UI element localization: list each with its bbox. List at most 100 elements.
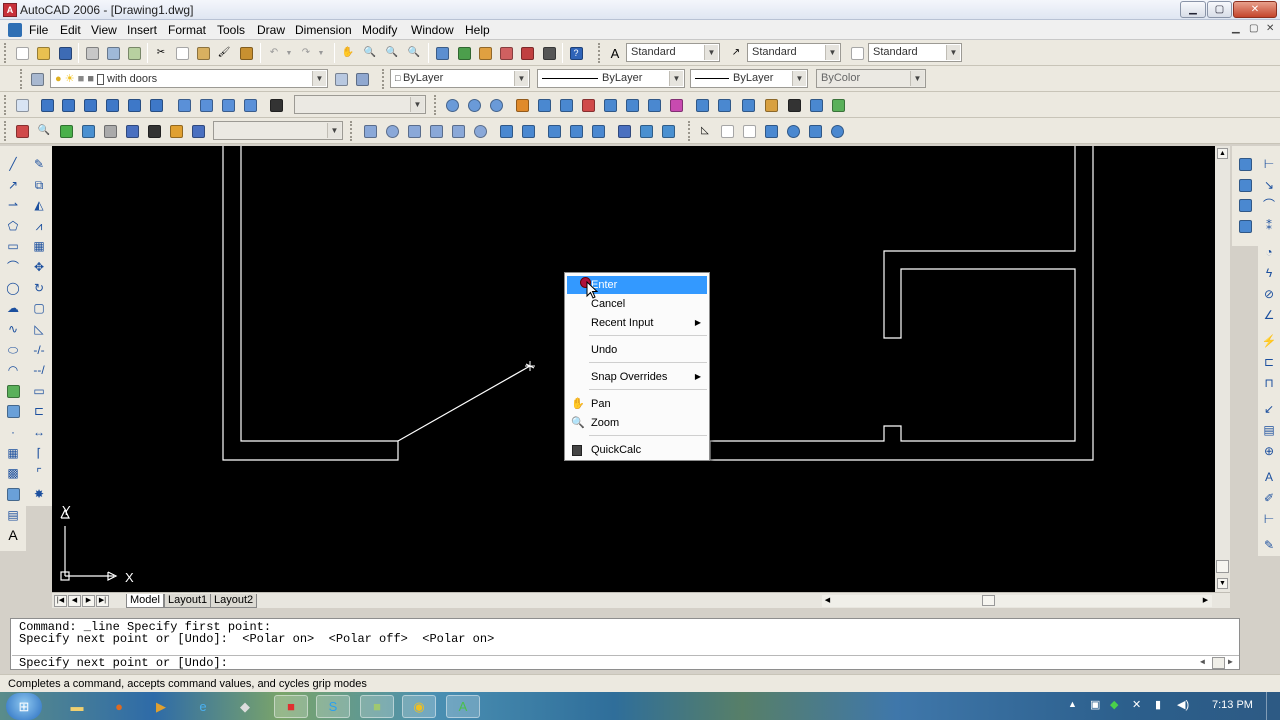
- copy-icon[interactable]: [174, 45, 190, 61]
- close-button[interactable]: ✕: [1233, 1, 1277, 18]
- match-properties-icon[interactable]: 🖌: [216, 45, 232, 61]
- cut-icon[interactable]: ✂: [153, 45, 169, 61]
- layer-manager-icon[interactable]: [29, 71, 45, 87]
- radius-icon[interactable]: ◔: [1260, 243, 1278, 261]
- minimize-button[interactable]: ▁: [1180, 1, 1206, 18]
- named-views-icon[interactable]: [14, 97, 30, 113]
- continue-icon[interactable]: ⊓: [1260, 374, 1278, 392]
- extrude-icon[interactable]: [498, 123, 514, 139]
- tool-palettes-icon[interactable]: [477, 45, 493, 61]
- sw-iso-icon[interactable]: [176, 97, 192, 113]
- rotate-icon[interactable]: ↻: [30, 279, 48, 297]
- insert-block-icon[interactable]: [4, 382, 22, 400]
- chamfer-icon[interactable]: ⌈: [30, 444, 48, 462]
- properties-icon[interactable]: [434, 45, 450, 61]
- ellipse-arc-icon[interactable]: ◠: [4, 361, 22, 379]
- view-select[interactable]: ▼: [294, 95, 426, 114]
- undo-icon[interactable]: ↶: [266, 45, 282, 61]
- quickcalc-icon[interactable]: [541, 45, 557, 61]
- horizontal-scrollbar[interactable]: ◀ ▶: [822, 595, 1212, 607]
- named-ucs-icon[interactable]: [1236, 155, 1254, 173]
- scroll-thumb[interactable]: [1216, 560, 1229, 573]
- layer-select[interactable]: ● ☀ ■ ■ ■ with doors ▼: [50, 69, 328, 88]
- dim-style-icon[interactable]: ↗: [728, 45, 744, 61]
- diameter-icon[interactable]: ⊘: [1260, 285, 1278, 303]
- show-hidden-icons[interactable]: ▲: [1068, 699, 1077, 709]
- angular-icon[interactable]: ∠: [1260, 306, 1278, 324]
- clock[interactable]: 7:13 PM: [1212, 699, 1253, 711]
- table-icon[interactable]: ▤: [4, 506, 22, 524]
- chevron-down-icon[interactable]: ▼: [410, 97, 424, 112]
- pdf-reader-icon[interactable]: ■: [274, 695, 308, 718]
- plot-preview-icon[interactable]: [105, 45, 121, 61]
- setup-profile-icon[interactable]: [660, 123, 676, 139]
- sphere-icon[interactable]: [384, 123, 400, 139]
- color-faces-icon[interactable]: [668, 97, 684, 113]
- chevron-down-icon[interactable]: ▼: [792, 71, 806, 86]
- scroll-up-icon[interactable]: ▲: [1217, 148, 1228, 159]
- first-tab-icon[interactable]: |◀: [54, 595, 67, 607]
- erase-icon[interactable]: ✎: [30, 155, 48, 173]
- right-view-icon[interactable]: [104, 97, 120, 113]
- arc-length-icon[interactable]: ⌒: [1260, 196, 1278, 214]
- fillet-icon[interactable]: ⌜: [30, 464, 48, 482]
- app-icon[interactable]: ◆: [228, 695, 262, 718]
- redo-icon[interactable]: ↷: [298, 45, 314, 61]
- volume-icon[interactable]: ◀): [1177, 698, 1189, 711]
- tray-icon[interactable]: ◆: [1110, 698, 1118, 711]
- make-block-icon[interactable]: [4, 402, 22, 420]
- make-layer-current-icon[interactable]: [333, 71, 349, 87]
- sheet-set-icon[interactable]: [498, 45, 514, 61]
- section-icon[interactable]: [568, 123, 584, 139]
- scroll-thumb[interactable]: [982, 595, 995, 606]
- union-icon[interactable]: [444, 97, 460, 113]
- 3d-box-icon[interactable]: [741, 123, 757, 139]
- gradient-icon[interactable]: ▩: [4, 464, 22, 482]
- intersect-icon[interactable]: [488, 97, 504, 113]
- nw-iso-icon[interactable]: [242, 97, 258, 113]
- explorer-icon[interactable]: ▬: [60, 695, 94, 718]
- multiline-text-icon[interactable]: A: [4, 526, 22, 544]
- box-icon[interactable]: [362, 123, 378, 139]
- break-icon[interactable]: ⊏: [30, 402, 48, 420]
- extrude-faces-icon[interactable]: [514, 97, 530, 113]
- save-icon[interactable]: [57, 45, 73, 61]
- back-view-icon[interactable]: [148, 97, 164, 113]
- point-icon[interactable]: ·: [4, 423, 22, 441]
- hatch-icon[interactable]: ▦: [4, 444, 22, 462]
- multiline-icon[interactable]: ⇀: [4, 196, 22, 214]
- jogged-icon[interactable]: ϟ: [1260, 264, 1278, 282]
- zoom-previous-icon[interactable]: 🔍: [406, 45, 422, 61]
- front-view-icon[interactable]: [126, 97, 142, 113]
- spline-icon[interactable]: ∿: [4, 320, 22, 338]
- stretch-icon[interactable]: ◺: [30, 320, 48, 338]
- next-tab-icon[interactable]: ▶: [82, 595, 95, 607]
- 2d-solid-icon[interactable]: ◺: [697, 123, 713, 139]
- tab-layout2[interactable]: Layout2: [210, 594, 258, 608]
- redo-dropdown-icon[interactable]: ▼: [313, 45, 329, 61]
- design-center-icon[interactable]: [456, 45, 472, 61]
- document-icon[interactable]: [8, 23, 22, 37]
- vertical-scrollbar[interactable]: ▲ ▼: [1215, 146, 1230, 592]
- chevron-down-icon[interactable]: ▼: [514, 71, 528, 86]
- 3d-cube-icon[interactable]: [807, 123, 823, 139]
- menu-item-undo[interactable]: Undo: [567, 341, 707, 359]
- tab-layout1[interactable]: Layout1: [164, 594, 212, 608]
- tray-icon[interactable]: ✕: [1132, 698, 1141, 711]
- region-icon[interactable]: [4, 485, 22, 503]
- ne-iso-icon[interactable]: [220, 97, 236, 113]
- bottom-view-icon[interactable]: [60, 97, 76, 113]
- copy-object-icon[interactable]: ⧉: [30, 176, 48, 194]
- block-editor-icon[interactable]: [238, 45, 254, 61]
- show-desktop-button[interactable]: [1266, 692, 1280, 720]
- rotate-faces-icon[interactable]: [602, 97, 618, 113]
- 3d-wedge-icon[interactable]: [763, 123, 779, 139]
- baseline-icon[interactable]: ⊏: [1260, 353, 1278, 371]
- skype-icon[interactable]: S: [316, 695, 350, 718]
- chevron-down-icon[interactable]: ▼: [946, 45, 960, 60]
- tolerance-icon[interactable]: ▤: [1260, 421, 1278, 439]
- move-faces-icon[interactable]: [536, 97, 552, 113]
- text-style-icon[interactable]: A: [607, 45, 623, 61]
- new-icon[interactable]: [14, 45, 30, 61]
- scroll-right-icon[interactable]: ▶: [1228, 657, 1233, 667]
